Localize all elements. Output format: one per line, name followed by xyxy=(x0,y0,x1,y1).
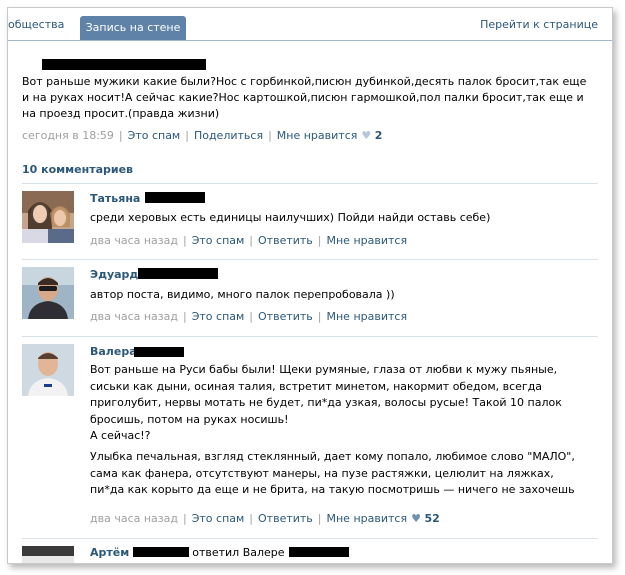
reply-author-name[interactable]: Артём xyxy=(90,546,129,559)
post-meta: сегодня в 18:59 | Это спам | Поделиться | Мне … xyxy=(22,129,383,142)
redacted-surname xyxy=(134,347,184,357)
comment-spam-link[interactable]: Это спам xyxy=(192,512,245,525)
comments-title: 10 комментариев xyxy=(22,163,134,176)
heart-icon[interactable]: ♥ xyxy=(411,512,421,525)
avatar[interactable] xyxy=(22,267,74,319)
comment-time[interactable]: два часа назад xyxy=(90,512,178,525)
comment-time[interactable]: два часа назад xyxy=(90,310,178,323)
goto-page-link[interactable]: Перейти к странице xyxy=(480,18,598,31)
divider xyxy=(22,259,598,260)
comment-time[interactable]: два часа назад xyxy=(90,234,178,247)
post-time[interactable]: сегодня в 18:59 xyxy=(22,129,114,142)
comment-author-name[interactable]: Эдуард xyxy=(90,268,138,281)
comment-like-link[interactable]: Мне нравится xyxy=(327,310,408,323)
avatar[interactable] xyxy=(22,344,74,396)
replied-to-label: ответил Валере xyxy=(192,546,285,559)
comment-meta: два часа назад | Это спам | Ответить | Мне нра… xyxy=(90,512,440,525)
comment-like-link[interactable]: Мне нравится xyxy=(327,512,408,525)
tab-communities[interactable]: обществa xyxy=(8,18,64,31)
avatar[interactable] xyxy=(22,546,74,563)
avatar[interactable] xyxy=(22,191,74,243)
comment-author-name: Артём ответил Валере xyxy=(90,546,349,559)
redacted-surname xyxy=(145,192,205,203)
comment-text: среди херовых есть единицы наилучших) По… xyxy=(90,211,491,224)
post-text: Вот раньше мужики какие были?Нос с горби… xyxy=(22,75,587,120)
comment-spam-link[interactable]: Это спам xyxy=(192,234,245,247)
comment-text-part1: Вот раньше на Руси бабы были! Щеки румян… xyxy=(90,363,562,426)
comment-reply-link[interactable]: Ответить xyxy=(258,512,313,525)
comment-meta: два часа назад | Это спам | Ответить | Мне нра… xyxy=(90,310,408,323)
comment-spam-link[interactable]: Это спам xyxy=(192,310,245,323)
comment-meta: два часа назад | Это спам | Ответить | Мне нра… xyxy=(90,234,408,247)
redacted-surname xyxy=(133,547,190,557)
post-spam-link[interactable]: Это спам xyxy=(128,129,181,142)
post-share-link[interactable]: Поделиться xyxy=(194,129,263,142)
comment-reply-link[interactable]: Ответить xyxy=(258,234,313,247)
post-like-count: 2 xyxy=(374,129,383,142)
post-like-link[interactable]: Мне нравится xyxy=(277,129,358,142)
heart-icon[interactable]: ♥ xyxy=(361,129,371,142)
comment-like-link[interactable]: Мне нравится xyxy=(327,234,408,247)
divider xyxy=(22,336,598,337)
comment-author-name[interactable]: Валера xyxy=(90,345,137,358)
divider xyxy=(22,183,598,184)
comment-like-count: 52 xyxy=(424,512,440,525)
redacted-author-name xyxy=(42,59,206,70)
comment-text: автор поста, видимо, много палок перепро… xyxy=(90,288,395,301)
comment-text-part2: А сейчас!? xyxy=(90,429,151,442)
screenshot-frame: обществa Запись на стене Перейти к стран… xyxy=(7,7,613,564)
comment-reply-link[interactable]: Ответить xyxy=(258,310,313,323)
redacted-surname xyxy=(288,547,349,557)
divider xyxy=(22,538,598,539)
tab-wall-post[interactable]: Запись на стене xyxy=(80,16,186,40)
comment-text-part3: Улыбка печальная, взгляд стеклянный, дае… xyxy=(90,450,575,496)
comment-author-name[interactable]: Татьяна xyxy=(90,192,140,205)
redacted-surname xyxy=(138,268,218,279)
tab-bar: обществa Запись на стене Перейти к стран… xyxy=(8,8,612,41)
